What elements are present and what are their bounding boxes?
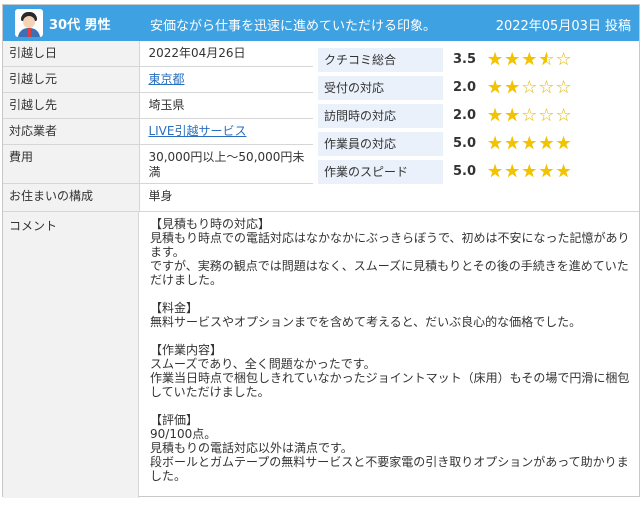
rating-label: 受付の対応 [318, 75, 443, 100]
star-rating: ☆☆☆☆☆★★★★★ [487, 48, 573, 70]
star-rating: ☆☆☆☆☆★★★★★ [487, 160, 573, 182]
star-rating: ☆☆☆☆☆★★★★★ [487, 104, 573, 126]
info-label: 対応業者 [3, 118, 141, 145]
rating-score: 3.5 [453, 52, 477, 67]
review-card: 30代 男性 安価ながら仕事を迅速に進めていただける印象。 2022年05月03… [2, 4, 640, 498]
star-rating: ☆☆☆☆☆★★★★★ [487, 132, 573, 154]
household-value: 単身 [148, 189, 173, 203]
info-label: 引越し日 [3, 41, 141, 67]
review-title: 安価ながら仕事を迅速に進めていただける印象。 [150, 19, 437, 34]
move-date-value: 2022年04月26日 [139, 41, 313, 67]
info-label: 引越し元 [3, 66, 141, 93]
info-row-cost: 費用 30,000円以上〜50,000円未満 [3, 144, 313, 184]
review-header: 30代 男性 安価ながら仕事を迅速に進めていただける印象。 2022年05月03… [3, 5, 639, 41]
user-avatar-icon [15, 9, 43, 37]
info-label: お住まいの構成 [3, 183, 141, 211]
info-row-destination: 引越し先 埼玉県 [3, 92, 313, 119]
origin-link[interactable]: 東京都 [148, 72, 184, 86]
rating-row-speed: 作業のスピード 5.0 ☆☆☆☆☆ ★★★★★ [318, 158, 636, 185]
rating-label: クチコミ総合 [318, 47, 443, 72]
rating-score: 5.0 [453, 164, 477, 179]
rating-label: 訪問時の対応 [318, 103, 443, 128]
info-label: 費用 [3, 144, 141, 184]
rating-label: 作業員の対応 [318, 131, 443, 156]
info-row-household: お住まいの構成 単身 [3, 183, 313, 211]
rating-row-visit: 訪問時の対応 2.0 ☆☆☆☆☆★★★★★ [318, 102, 636, 129]
review-details: 引越し日 2022年04月26日 引越し元 東京都 引越し先 埼玉県 対応業者 … [3, 41, 639, 212]
rating-score: 2.0 [453, 108, 477, 123]
rating-row-staff: 作業員の対応 5.0 ☆☆☆☆☆ ★★★★★ [318, 130, 636, 157]
cost-value: 30,000円以上〜50,000円未満 [139, 144, 313, 184]
rating-label: 作業のスピード [318, 159, 443, 184]
comment-body: 【見積もり時の対応】 見積もり時点での電話対応はなかなかにぶっきらぼうで、初めは… [150, 217, 630, 483]
star-rating: ☆☆☆☆☆★★★★★ [487, 76, 573, 98]
rating-row-reception: 受付の対応 2.0 ☆☆☆☆☆★★★★★ [318, 74, 636, 101]
comment-section: コメント 【見積もり時の対応】 見積もり時点での電話対応はなかなかにぶっきらぼう… [3, 212, 639, 498]
rating-score: 5.0 [453, 136, 477, 151]
rating-row-overall: クチコミ総合 3.5 ☆☆☆☆☆★★★★★ [318, 46, 636, 73]
comment-label: コメント [3, 212, 139, 498]
move-info-table: 引越し日 2022年04月26日 引越し元 東京都 引越し先 埼玉県 対応業者 … [3, 41, 313, 211]
rating-score: 2.0 [453, 80, 477, 95]
company-link[interactable]: LIVE引越サービス [148, 124, 246, 138]
info-row-company: 対応業者 LIVE引越サービス [3, 118, 313, 145]
info-row-move-date: 引越し日 2022年04月26日 [3, 41, 313, 67]
destination-value: 埼玉県 [139, 92, 313, 119]
posted-date: 2022年05月03日 投稿 [495, 19, 631, 34]
reviewer-age-gender: 30代 男性 [49, 17, 111, 33]
ratings-panel: クチコミ総合 3.5 ☆☆☆☆☆★★★★★ 受付の対応 2.0 ☆☆☆☆☆★★★… [318, 46, 636, 186]
info-row-origin: 引越し元 東京都 [3, 66, 313, 93]
info-label: 引越し先 [3, 92, 141, 119]
